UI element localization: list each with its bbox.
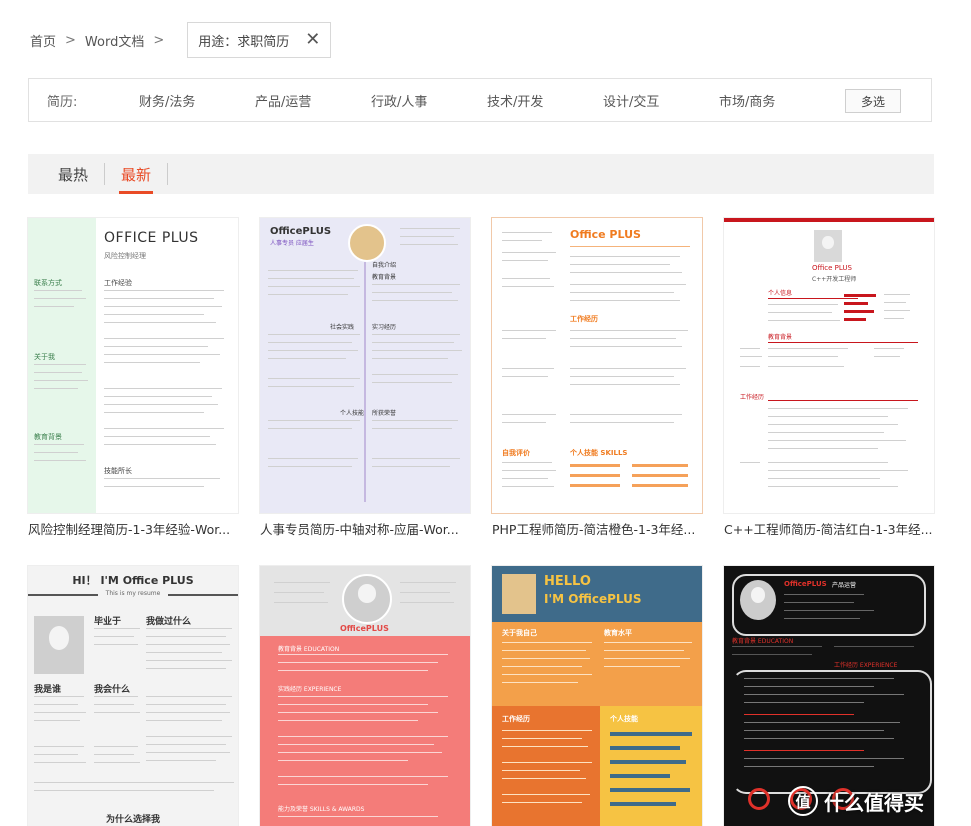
- thumb-section: 所获荣誉: [372, 410, 397, 417]
- thumb-section: 自我评价: [502, 449, 530, 457]
- thumb-title: Office PLUS: [570, 228, 641, 241]
- thumb-section: 我会什么: [94, 685, 131, 695]
- tab-hottest[interactable]: 最热: [28, 154, 104, 194]
- template-card[interactable]: Office PLUS C++开发工程师 个人信息 教育背景 工作经历 C++工…: [724, 218, 934, 538]
- thumb-section: 个人信息: [768, 290, 793, 297]
- template-card[interactable]: Office PLUS 工作经历 自我评价 个人技能 SKILLS PHP工程师…: [492, 218, 702, 538]
- thumb-section: 技能所长: [104, 467, 132, 475]
- avatar: [34, 616, 84, 674]
- thumb-section: 工作经历 EXPERIENCE: [834, 662, 898, 669]
- thumb-section: 实践经历 EXPERIENCE: [278, 686, 342, 693]
- template-thumbnail[interactable]: Office PLUS C++开发工程师 个人信息 教育背景 工作经历: [724, 218, 934, 513]
- thumb-section: 能力及荣誉 SKILLS & AWARDS: [278, 806, 365, 813]
- filter-option-design[interactable]: 设计/交互: [597, 91, 713, 110]
- breadcrumb-separator: >: [153, 32, 165, 48]
- tab-newest[interactable]: 最新: [105, 154, 167, 194]
- thumb-subtitle: 产品运营: [832, 582, 857, 589]
- thumb-title: OfficePLUS: [784, 580, 827, 588]
- thumb-section: 工作经验: [104, 279, 132, 287]
- thumb-section: 关于我自己: [502, 629, 537, 637]
- template-thumbnail[interactable]: OfficePLUS 产品运营 教育背景 EDUCATION 工作经历 EXPE…: [724, 566, 934, 826]
- template-thumbnail[interactable]: HI！ I'M Office PLUS This is my resume 毕业…: [28, 566, 238, 826]
- thumb-section: 我是谁: [34, 685, 62, 695]
- breadcrumb-category-link[interactable]: Word文档: [85, 31, 144, 50]
- thumb-section: 工作经历: [570, 315, 598, 323]
- watermark: 值 什么值得买: [788, 786, 924, 816]
- template-thumbnail[interactable]: OfficePLUS 教育背景 EDUCATION 实践经历 EXPERIENC…: [260, 566, 470, 826]
- template-card[interactable]: HELLO I'M OfficePLUS 关于我自己 教育水平 工作经历 个人技…: [492, 566, 702, 826]
- thumb-section: 教育背景 EDUCATION: [278, 646, 340, 653]
- thumb-subtitle: C++开发工程师: [812, 276, 857, 283]
- thumb-title: OFFICE PLUS: [104, 230, 199, 246]
- thumb-title: OfficePLUS: [270, 226, 332, 237]
- thumb-section: 工作经历: [502, 715, 530, 723]
- thumb-title: OfficePLUS: [340, 624, 389, 633]
- template-thumbnail[interactable]: Office PLUS 工作经历 自我评价 个人技能 SKILLS: [492, 218, 702, 513]
- watermark-logo-icon: 值: [788, 786, 818, 816]
- filter-option-finance[interactable]: 财务/法务: [133, 91, 249, 110]
- avatar: [348, 224, 386, 262]
- template-title[interactable]: PHP工程师简历-简洁橙色-1-3年经...: [492, 519, 702, 538]
- thumb-title: Office PLUS: [812, 264, 852, 272]
- filter-option-admin[interactable]: 行政/人事: [365, 91, 481, 110]
- thumb-section: 自我介绍: [372, 262, 397, 269]
- filter-label: 简历:: [47, 94, 78, 110]
- template-thumbnail[interactable]: HELLO I'M OfficePLUS 关于我自己 教育水平 工作经历 个人技…: [492, 566, 702, 826]
- thumb-section: 工作经历: [740, 394, 765, 401]
- thumb-section: 教育背景: [34, 433, 62, 441]
- close-icon[interactable]: ✕: [305, 31, 320, 49]
- template-title[interactable]: 风险控制经理简历-1-3年经验-Wor...: [28, 519, 238, 538]
- template-card[interactable]: OfficePLUS 产品运营 教育背景 EDUCATION 工作经历 EXPE…: [724, 566, 934, 826]
- thumb-section: 实习经历: [372, 324, 397, 331]
- avatar: [342, 574, 392, 624]
- template-title[interactable]: C++工程师简历-简洁红白-1-3年经...: [724, 519, 934, 538]
- template-card[interactable]: OfficePLUS 人事专员 应届生 自我介绍 教育背景 社会实践 实习经历 …: [260, 218, 470, 538]
- template-card[interactable]: OfficePLUS 教育背景 EDUCATION 实践经历 EXPERIENC…: [260, 566, 470, 826]
- thumb-title: HELLO: [544, 574, 591, 589]
- filter-option-product[interactable]: 产品/运营: [249, 91, 365, 110]
- thumb-section: 教育背景: [768, 334, 793, 341]
- template-card[interactable]: OFFICE PLUS 风险控制经理 联系方式 工作经验 关于我 教育背景 技能…: [28, 218, 238, 538]
- thumb-section: 我做过什么: [146, 617, 192, 627]
- avatar: [740, 580, 776, 620]
- thumb-section: 社会实践: [330, 324, 355, 331]
- thumb-section: 个人技能: [610, 715, 638, 723]
- category-filter-bar: 简历: 财务/法务 产品/运营 行政/人事 技术/开发 设计/交互 市场/商务 …: [28, 78, 932, 122]
- breadcrumb-home-link[interactable]: 首页: [30, 31, 56, 50]
- template-thumbnail[interactable]: OfficePLUS 人事专员 应届生 自我介绍 教育背景 社会实践 实习经历 …: [260, 218, 470, 513]
- avatar: [814, 230, 842, 262]
- thumb-section: 个人技能: [340, 410, 365, 417]
- sort-tabs: 最热 最新: [28, 154, 934, 194]
- template-title[interactable]: 人事专员简历-中轴对称-应届-Wor...: [260, 519, 470, 538]
- active-filter-tag: 用途：求职简历 ✕: [187, 22, 332, 58]
- breadcrumb-separator: >: [65, 32, 76, 48]
- thumb-section: 教育背景: [372, 274, 397, 281]
- thumb-section: 个人技能 SKILLS: [570, 449, 628, 457]
- avatar: [502, 574, 536, 614]
- thumb-section: 联系方式: [34, 279, 62, 287]
- thumb-section: 为什么选择我: [105, 815, 160, 825]
- tab-divider: [167, 163, 169, 185]
- watermark-text: 什么值得买: [824, 790, 924, 815]
- template-thumbnail[interactable]: OFFICE PLUS 风险控制经理 联系方式 工作经验 关于我 教育背景 技能…: [28, 218, 238, 513]
- active-filter-label: 用途：求职简历: [198, 34, 290, 50]
- thumb-title: HI！ I'M Office PLUS: [72, 574, 194, 587]
- thumb-section: 教育水平: [604, 629, 632, 637]
- thumb-section: 教育背景 EDUCATION: [732, 638, 794, 645]
- thumb-subtitle: 人事专员 应届生: [270, 240, 314, 247]
- breadcrumb: 首页 > Word文档 > 用途：求职简历 ✕: [30, 22, 332, 58]
- thumb-subtitle: I'M OfficePLUS: [544, 592, 642, 606]
- filter-option-market[interactable]: 市场/商务: [713, 91, 829, 110]
- thumb-subtitle: 风险控制经理: [104, 252, 146, 260]
- thumb-section: 毕业于: [94, 617, 122, 627]
- thumb-section: 关于我: [34, 353, 55, 361]
- filter-option-tech[interactable]: 技术/开发: [481, 91, 597, 110]
- template-card[interactable]: HI！ I'M Office PLUS This is my resume 毕业…: [28, 566, 238, 826]
- multi-select-button[interactable]: 多选: [845, 89, 901, 113]
